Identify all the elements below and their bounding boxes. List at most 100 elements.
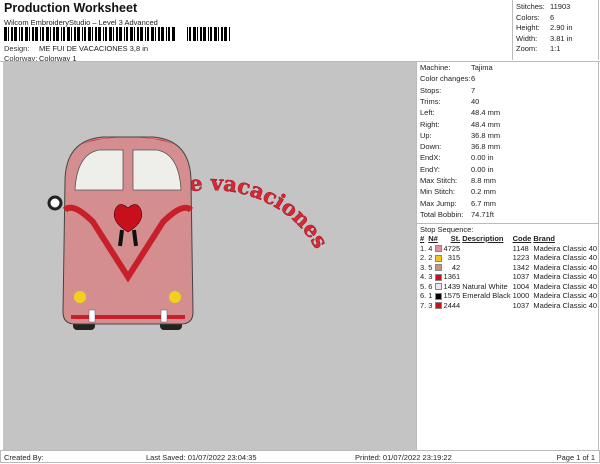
- thread-brand: Madeira Classic 40: [533, 300, 598, 310]
- color-swatch: [434, 283, 442, 291]
- stop-row: 3. 5 42 1342 Madeira Classic 40: [419, 263, 598, 273]
- footer: Created By: Last Saved: 01/07/2022 23:04…: [0, 450, 600, 463]
- machine-value: 0.2 mm: [471, 187, 497, 197]
- needle-number: 3: [427, 301, 442, 311]
- design-value: ME FUI DE VACACIONES 3,8 in: [39, 44, 149, 53]
- column-header: Description: [462, 234, 504, 243]
- design-preview: me fui de vacaciones: [3, 62, 416, 450]
- divider: [417, 223, 599, 224]
- embroidery-design: me fui de vacaciones: [47, 136, 334, 330]
- stop-index: 1.: [420, 243, 427, 253]
- summary-label: Width:: [516, 33, 538, 43]
- stop-row: 5. 6 1439 Natural White 1004 Madeira Cla…: [419, 282, 598, 292]
- stitch-count: 2444: [443, 300, 461, 310]
- summary-value: 11903: [550, 2, 571, 11]
- needle-number: 3: [427, 272, 442, 282]
- machine-value: 40: [471, 96, 480, 106]
- summary-box: Stitches: 11903 Colors: 6 Height: 2.90 in Widt…: [512, 0, 599, 60]
- machine-label: Max Jump:: [420, 198, 457, 208]
- summary-label: Height:: [516, 23, 540, 32]
- machine-info-panel: Stop Sequence: # N# St. Description Code Bran…: [416, 62, 599, 450]
- machine-value: 6: [471, 74, 476, 84]
- machine-value: 36.8 mm: [471, 142, 501, 152]
- thread-code: 1000: [512, 291, 530, 300]
- thread-description: [461, 244, 511, 254]
- machine-label: Left:: [420, 108, 435, 118]
- last-saved: Last Saved: 01/07/2022 23:04:35: [146, 453, 257, 462]
- color-swatch: [434, 254, 442, 262]
- machine-value: 74.71ft: [471, 209, 494, 219]
- stop-index: 2.: [420, 253, 427, 262]
- created-by: Created By:: [4, 453, 44, 462]
- machine-value: Tajima: [471, 63, 493, 72]
- stitch-count: 42: [451, 262, 461, 272]
- summary-value: 6: [550, 12, 555, 22]
- color-swatch: [434, 302, 442, 310]
- machine-label: Total Bobbin:: [420, 209, 464, 219]
- needle-number: 1: [427, 291, 442, 301]
- summary-label: Stitches:: [516, 2, 545, 11]
- page-number: Page 1 of 1: [556, 453, 595, 462]
- machine-label: Right:: [420, 119, 440, 129]
- machine-label: Up:: [420, 130, 432, 140]
- summary-value: 3.81 in: [550, 33, 573, 43]
- mirror-left: [47, 195, 63, 211]
- needle-number: 6: [427, 282, 442, 292]
- design-label: Design:: [4, 44, 30, 53]
- color-swatch: [434, 273, 442, 281]
- thread-code: 1037: [512, 272, 530, 281]
- machine-label: Machine:: [420, 63, 451, 72]
- machine-value: 48.4 mm: [471, 108, 501, 118]
- summary-label: Zoom:: [516, 44, 538, 53]
- thread-code: 1004: [512, 281, 530, 291]
- color-swatch: [434, 264, 442, 272]
- needle-number: 5: [427, 263, 442, 273]
- machine-label: Down:: [420, 142, 442, 152]
- machine-label: Max Stitch:: [420, 176, 458, 185]
- stop-sequence-table: # N# St. Description Code Brand 1. 4 4725 114…: [419, 234, 598, 310]
- software-name: Wilcom EmbroideryStudio – Level 3 Advanc…: [4, 18, 158, 27]
- stop-row: 7. 3 2444 1037 Madeira Classic 40: [419, 301, 598, 311]
- design-info: Design: ME FUI DE VACACIONES 3,8 in: [4, 44, 148, 53]
- machine-value: 6.7 mm: [471, 198, 497, 208]
- needle-number: 4: [427, 244, 442, 254]
- stop-row: 6. 1 1575 Emerald Black 1000 Madeira Cla…: [419, 291, 598, 301]
- stop-index: 5.: [420, 281, 427, 291]
- printed-date: Printed: 01/07/2022 23:19:22: [355, 453, 452, 462]
- thread-code: 1148: [512, 243, 529, 253]
- thread-brand: Madeira Classic 40: [533, 281, 598, 291]
- thread-description: Natural White: [462, 281, 508, 291]
- thread-description: [461, 301, 511, 311]
- stitch-count: 1575: [443, 291, 461, 300]
- thread-brand: Madeira Classic 40: [533, 291, 598, 300]
- barcode: [4, 27, 230, 41]
- machine-value: 8.8 mm: [471, 176, 497, 185]
- column-header: Brand: [533, 234, 555, 243]
- thread-code: 1037: [512, 300, 530, 310]
- machine-value: 36.8 mm: [471, 130, 501, 140]
- machine-label: Min Stitch:: [420, 187, 456, 197]
- machine-value: 0.00 in: [471, 164, 494, 174]
- thread-code: 1223: [512, 253, 530, 262]
- color-swatch: [434, 245, 442, 253]
- stitch-count: 4725: [443, 243, 461, 253]
- column-header: #: [420, 234, 425, 243]
- stitch-count: 1439: [443, 281, 461, 291]
- thread-brand: Madeira Classic 40: [533, 272, 598, 281]
- stitch-count: 1361: [443, 272, 461, 281]
- thread-description: [461, 272, 511, 282]
- stop-index: 6.: [420, 291, 427, 300]
- column-header: St.: [450, 234, 461, 243]
- column-header: Code: [512, 234, 532, 243]
- machine-value: 7: [471, 85, 476, 95]
- stop-row: 1. 4 4725 1148 Madeira Classic 40: [419, 244, 598, 254]
- machine-label: EndX:: [420, 153, 441, 163]
- stop-index: 4.: [420, 272, 427, 281]
- summary-value: 1:1: [550, 44, 561, 53]
- summary-value: 2.90 in: [550, 23, 573, 32]
- machine-label: EndY:: [420, 164, 441, 174]
- machine-label: Trims:: [420, 96, 441, 106]
- summary-label: Colors:: [516, 12, 540, 22]
- stop-index: 3.: [420, 262, 427, 272]
- thread-description: Emerald Black: [462, 291, 511, 300]
